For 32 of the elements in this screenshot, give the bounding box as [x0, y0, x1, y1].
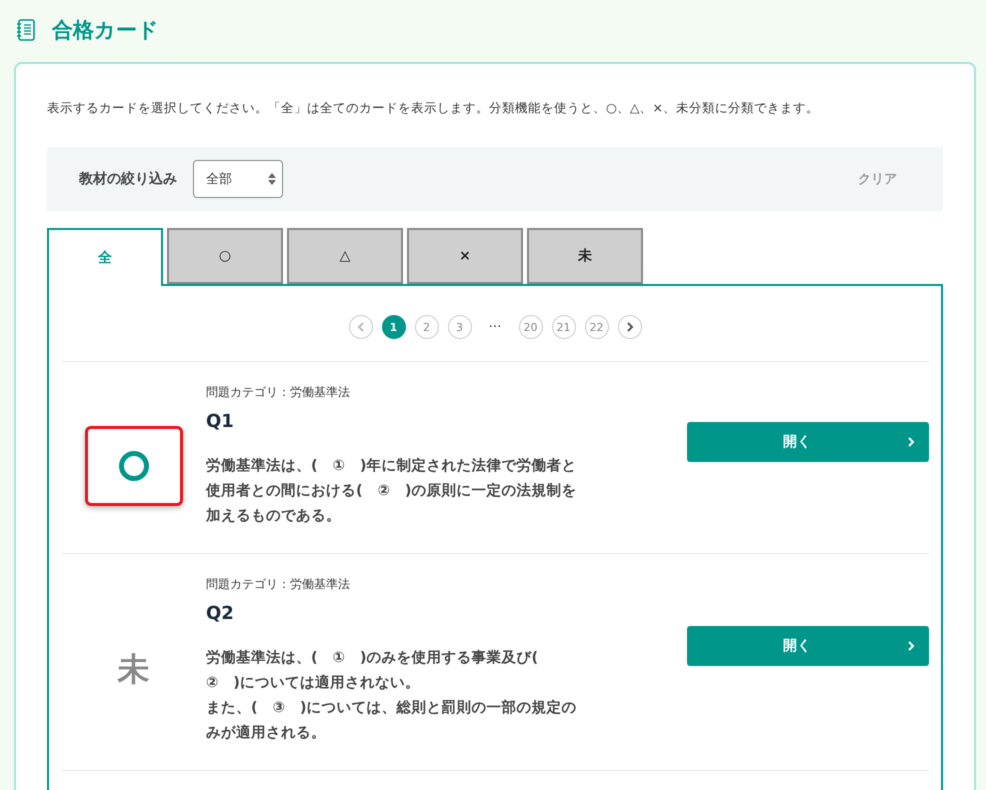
open-button[interactable]: 開く	[687, 422, 929, 462]
category-tab[interactable]: 未	[527, 228, 643, 284]
category-tab[interactable]: ○	[167, 228, 283, 284]
question-text: 労働基準法は、( ① )のみを使用する事業及び( ② )については適用されない。 また、( ③ )については、総則と罰則の一部の規定の みが適用される。	[206, 648, 578, 743]
page-button[interactable]: 21	[552, 315, 576, 339]
category-tab[interactable]: 全	[47, 228, 163, 286]
chevron-right-icon	[626, 322, 634, 332]
category-tab[interactable]: ×	[407, 228, 523, 284]
question-title: Q1	[206, 411, 235, 432]
question-category: 問題カテゴリ：労働基準法	[206, 384, 351, 401]
question-title: Q2	[206, 603, 235, 624]
filter-label: 教材の絞り込み	[79, 170, 177, 188]
page-button[interactable]: 3	[448, 315, 472, 339]
next-page-button[interactable]	[618, 315, 642, 339]
page-button[interactable]: 20	[518, 315, 542, 339]
chevron-right-icon	[907, 436, 915, 446]
open-button[interactable]: 開く	[687, 626, 929, 666]
question-category: 問題カテゴリ：労働基準法	[206, 576, 351, 593]
question-text: 労働基準法は、( ① )年に制定された法律で労働者と 使用者との間における( ② )の原則に一定の法規制を 加えるものである。	[206, 456, 578, 526]
page-button[interactable]: 1	[382, 315, 406, 339]
material-select[interactable]: 全部	[193, 160, 283, 198]
category-tab[interactable]: △	[287, 228, 403, 284]
notebook-icon	[16, 19, 36, 41]
page-button[interactable]: 2	[414, 315, 438, 339]
chevron-left-icon	[356, 322, 364, 332]
sort-caret-icon	[268, 172, 276, 186]
page-title: 合格カード	[52, 17, 159, 44]
page-ellipsis: …	[488, 316, 502, 330]
page-button[interactable]: 22	[584, 315, 608, 339]
description-text: 表示するカードを選択してください。「全」は全てのカードを表示します。分類機能を使うと、○、△、×、未分類に分類できます。	[47, 100, 820, 117]
status-mark: 未	[118, 649, 150, 690]
chevron-right-icon	[907, 641, 915, 651]
